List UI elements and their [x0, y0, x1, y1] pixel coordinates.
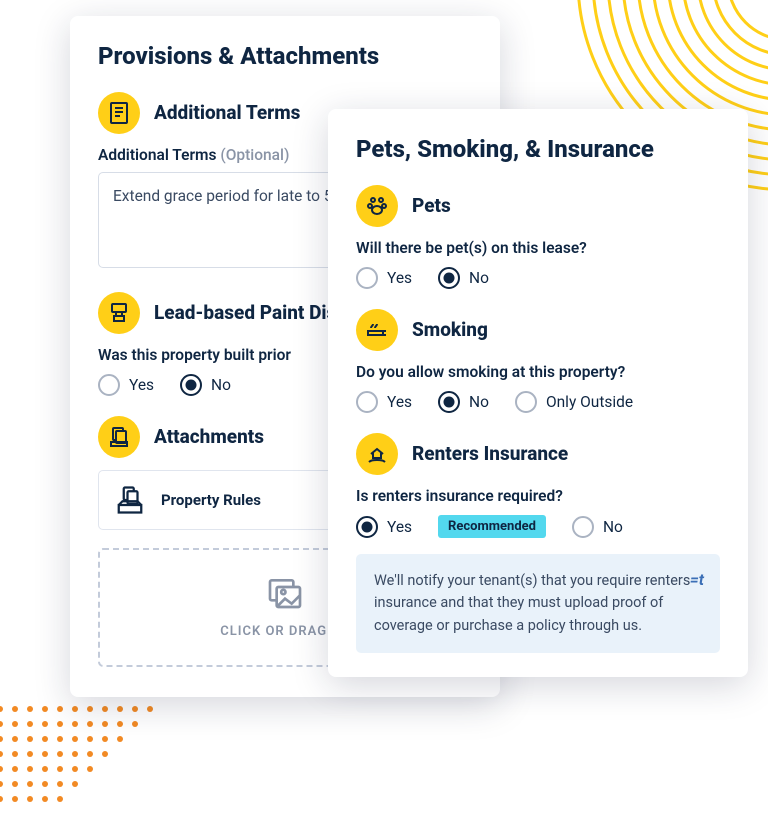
- decor-dots: [0, 699, 170, 819]
- image-icon: [265, 572, 305, 612]
- paw-icon: [356, 185, 398, 227]
- smoking-yes[interactable]: Yes: [356, 391, 412, 413]
- lead-paint-yes[interactable]: Yes: [98, 374, 154, 396]
- insurance-info-box: =t We'll notify your tenant(s) that you …: [356, 554, 720, 653]
- lead-paint-no[interactable]: No: [180, 374, 231, 396]
- smoking-question: Do you allow smoking at this property?: [356, 363, 720, 381]
- psi-title: Pets, Smoking, & Insurance: [356, 135, 720, 163]
- pets-question: Will there be pet(s) on this lease?: [356, 239, 720, 257]
- pets-no[interactable]: No: [438, 267, 489, 289]
- paintbrush-icon: [98, 292, 140, 334]
- smoking-outside[interactable]: Only Outside: [515, 391, 633, 413]
- recommended-badge: Recommended: [438, 515, 546, 538]
- insurance-no[interactable]: No: [572, 516, 623, 538]
- insurance-yes[interactable]: Yes: [356, 516, 412, 538]
- smoking-no[interactable]: No: [438, 391, 489, 413]
- attachment-label: Property Rules: [161, 491, 261, 509]
- house-hand-icon: [356, 433, 398, 475]
- insurance-question: Is renters insurance required?: [356, 487, 720, 505]
- provisions-title: Provisions & Attachments: [98, 42, 472, 70]
- pets-heading: Pets: [356, 185, 720, 227]
- brand-mark-icon: =t: [690, 568, 704, 593]
- pets-smoking-insurance-card: Pets, Smoking, & Insurance Pets Will the…: [328, 109, 748, 677]
- smoking-heading: Smoking: [356, 309, 720, 351]
- smoking-options: Yes No Only Outside: [356, 391, 720, 413]
- file-tray-icon: [115, 485, 145, 515]
- cigarette-icon: [356, 309, 398, 351]
- pets-yes[interactable]: Yes: [356, 267, 412, 289]
- insurance-info-text: We'll notify your tenant(s) that you req…: [374, 572, 690, 634]
- insurance-heading: Renters Insurance: [356, 433, 720, 475]
- attachments-icon: [98, 416, 140, 458]
- document-icon: [98, 92, 140, 134]
- insurance-options: Yes Recommended No: [356, 515, 720, 538]
- pets-options: Yes No: [356, 267, 720, 289]
